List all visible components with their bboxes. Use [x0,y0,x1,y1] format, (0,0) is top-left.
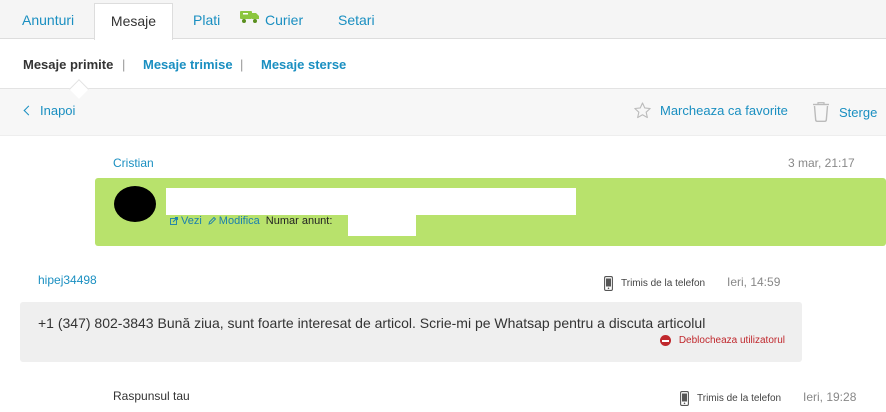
unblock-user-label: Deblocheaza utilizatorul [678,335,785,346]
listing-timestamp: 3 mar, 21:17 [788,156,855,170]
edit-listing-label: Modifica [218,215,260,227]
view-listing-label: Vezi [181,215,202,227]
listing-owner-name[interactable]: Cristian [113,156,154,170]
trash-icon [813,102,829,122]
folder-sent[interactable]: Mesaje trimise [143,57,233,72]
edit-listing-link[interactable]: Modifica [208,215,260,227]
listing-thumbnail [114,186,156,222]
message-bubble: +1 (347) 802-3843 Bună ziua, sunt foarte… [20,302,802,362]
external-link-icon [170,217,178,225]
tab-mesaje[interactable]: Mesaje [94,3,173,43]
chevron-left-icon [23,105,34,116]
message-text: +1 (347) 802-3843 Bună ziua, sunt foarte… [38,315,706,331]
mark-favorite-button[interactable]: Marcheaza ca favorite [633,101,788,120]
conversation-toolbar: Inapoi Marcheaza ca favorite Sterge [0,89,886,136]
reply-sent-from-phone-label: Trimis de la telefon [697,393,782,404]
mark-favorite-label: Marcheaza ca favorite [660,103,788,118]
message-sender-name[interactable]: hipej34498 [38,273,97,287]
folder-deleted[interactable]: Mesaje sterse [261,57,346,72]
block-icon [659,335,671,346]
folder-separator: | [122,57,126,72]
delete-button[interactable]: Sterge [811,101,877,123]
listing-title-redacted [166,188,576,215]
reply-timestamp: Ieri, 19:28 [803,390,857,404]
reply-label: Raspunsul tau [113,389,190,403]
star-icon [634,102,651,119]
back-label: Inapoi [40,103,76,118]
tab-anunturi[interactable]: Anunturi [22,0,74,39]
tab-plati[interactable]: Plati [193,0,220,39]
folder-inbox[interactable]: Mesaje primite [23,57,113,72]
tab-setari[interactable]: Setari [338,0,375,39]
tab-curier-label: Curier [265,12,304,28]
delete-label: Sterge [839,104,878,120]
main-tabs: Anunturi Mesaje Plati Curier Setari [0,0,886,43]
message-timestamp: Ieri, 14:59 [727,275,781,289]
folder-separator: | [240,57,244,72]
messages-page: Anunturi Mesaje Plati Curier Setari Mesa… [0,0,886,412]
tab-curier[interactable]: Curier [239,0,303,39]
listing-number-redacted [348,212,416,236]
sent-from-phone-indicator: Trimis de la telefon [604,276,705,291]
sent-from-phone-label: Trimis de la telefon [621,278,706,289]
listing-card: Vezi Modifica Numar anunt: [95,178,886,246]
view-listing-link[interactable]: Vezi [170,215,202,227]
reply-sent-from-phone-indicator: Trimis de la telefon [680,391,781,406]
mobile-phone-icon [604,276,613,291]
pencil-icon [208,217,216,225]
unblock-user-button[interactable]: Deblocheaza utilizatorul [659,335,785,346]
listing-number-label: Numar anunt: [265,215,333,227]
delivery-truck-icon [239,0,261,40]
message-folders-nav: Mesaje primite | Mesaje trimise | Mesaje… [0,40,886,89]
listing-actions: Vezi Modifica Numar anunt: [170,215,332,227]
back-button[interactable]: Inapoi [23,103,76,118]
mobile-phone-icon [680,391,689,406]
